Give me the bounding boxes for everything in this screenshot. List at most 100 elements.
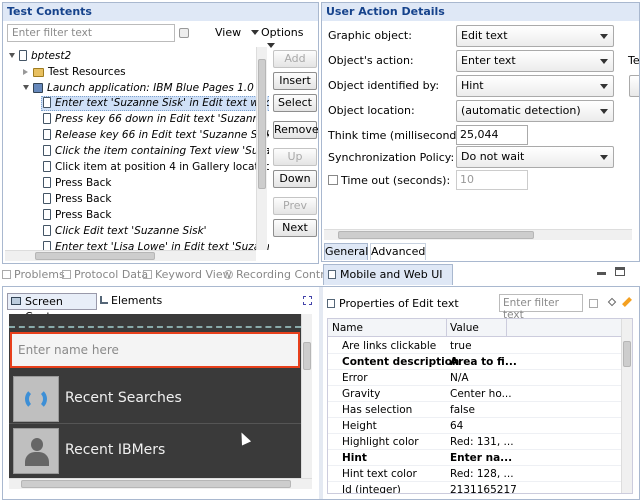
- tree-launch[interactable]: Launch application: IBM Blue Pages 1.0: [23, 81, 254, 96]
- split-divider[interactable]: [319, 287, 323, 499]
- view-menu[interactable]: View: [215, 26, 259, 39]
- options-menu[interactable]: Options: [261, 26, 318, 52]
- up-button[interactable]: Up: [273, 148, 317, 166]
- minimize-icon[interactable]: [597, 272, 606, 275]
- edit-pencil-icon[interactable]: [622, 297, 632, 307]
- tree-step[interactable]: Press Back: [43, 176, 111, 191]
- tree-step[interactable]: Press key 66 down in Edit text 'Suzanne …: [43, 112, 269, 127]
- table-row[interactable]: Content description Area to fi...: [328, 354, 623, 370]
- subtab-elements[interactable]: Elements: [99, 293, 162, 310]
- add-button[interactable]: Add: [273, 50, 317, 68]
- capture-horizontal-scrollbar[interactable]: [9, 478, 312, 489]
- tree-test-resources[interactable]: Test Resources: [23, 65, 126, 80]
- problems-icon: [2, 270, 11, 279]
- properties-filter-input[interactable]: Enter filter text: [499, 294, 583, 321]
- timeout-input[interactable]: 10: [456, 170, 528, 190]
- think-time-input[interactable]: 25,044: [456, 125, 528, 145]
- select-button[interactable]: Select: [273, 94, 317, 112]
- tree-step[interactable]: Click Edit text 'Suzanne Sisk': [43, 224, 207, 239]
- details-horizontal-scrollbar[interactable]: [324, 229, 632, 240]
- test-script-icon: [19, 50, 27, 61]
- scrollbar-thumb[interactable]: [623, 341, 631, 367]
- collapse-arrow-icon[interactable]: [23, 69, 28, 75]
- scrollbar-thumb[interactable]: [338, 231, 534, 239]
- scrollbar-thumb[interactable]: [258, 59, 266, 189]
- truncated-label: Te: [628, 54, 640, 67]
- tree-step[interactable]: Enter text 'Lisa Lowe' in Edit text 'Suz…: [43, 240, 269, 250]
- identified-by-select[interactable]: Hint: [456, 75, 614, 97]
- prev-button[interactable]: Prev: [273, 197, 317, 215]
- diamond-icon[interactable]: [607, 297, 617, 307]
- test-tree[interactable]: bptest2 Test Resources Launch applicatio…: [5, 47, 269, 250]
- mobile-device-icon: [43, 177, 51, 188]
- user-action-details-title: User Action Details: [322, 3, 639, 21]
- table-row[interactable]: Highlight color Red: 131, ...: [328, 434, 623, 450]
- properties-vertical-scrollbar[interactable]: [621, 319, 632, 493]
- think-time-label: Think time (milliseconds):: [328, 129, 471, 142]
- scrollbar-thumb[interactable]: [21, 480, 291, 488]
- col-name-header[interactable]: Name: [332, 319, 363, 337]
- tree-vertical-scrollbar[interactable]: [256, 47, 267, 250]
- filter-input[interactable]: Enter filter text: [7, 24, 175, 42]
- tree-root[interactable]: bptest2: [9, 49, 71, 64]
- tree-horizontal-scrollbar[interactable]: [5, 250, 256, 261]
- expand-arrow-icon[interactable]: [23, 85, 29, 90]
- user-action-details-panel: User Action Details Graphic object: Edit…: [321, 2, 640, 262]
- mobile-device-icon: [43, 145, 51, 156]
- tree-step[interactable]: Press Back: [43, 208, 111, 223]
- table-row[interactable]: Hint Enter na...: [328, 450, 623, 466]
- tree-step[interactable]: Press Back: [43, 192, 111, 207]
- location-select[interactable]: (automatic detection): [456, 100, 614, 122]
- clear-filter-icon[interactable]: [589, 299, 598, 308]
- timeout-checkbox[interactable]: [328, 175, 338, 185]
- fit-screen-icon[interactable]: [303, 296, 312, 305]
- device-list-item[interactable]: Recent IBMers: [9, 426, 301, 476]
- expand-arrow-icon[interactable]: [9, 53, 15, 58]
- table-row[interactable]: Error N/A: [328, 370, 623, 386]
- table-row[interactable]: Are links clickable true: [328, 338, 623, 354]
- subtab-screen-capture[interactable]: Screen Capture: [7, 293, 97, 323]
- location-label: Object location:: [328, 104, 415, 117]
- table-row[interactable]: Height 64: [328, 418, 623, 434]
- tab-protocol-data[interactable]: Protocol Data: [62, 265, 148, 285]
- down-button[interactable]: Down: [273, 170, 317, 188]
- remove-button[interactable]: Remove: [273, 121, 318, 139]
- tab-problems[interactable]: Problems: [2, 265, 65, 285]
- maximize-icon[interactable]: [615, 267, 625, 276]
- clear-filter-icon[interactable]: [179, 28, 189, 38]
- scrollbar-thumb[interactable]: [303, 342, 311, 370]
- tree-step[interactable]: Click item at position 4 in Gallery loca…: [43, 160, 269, 175]
- next-button[interactable]: Next: [273, 219, 317, 237]
- mobile-device-icon: [43, 209, 51, 220]
- device-list-item[interactable]: Recent Searches: [9, 374, 301, 424]
- mobile-panel-tab[interactable]: Mobile and Web UI Data: [323, 264, 453, 300]
- tree-step[interactable]: Click the item containing Text view 'Suz…: [43, 144, 269, 159]
- details-tab-advanced[interactable]: Advanced: [370, 243, 426, 260]
- table-row[interactable]: Hint text color Red: 128, ...: [328, 466, 623, 482]
- scrollbar-thumb[interactable]: [35, 252, 155, 260]
- launch-icon: [33, 83, 43, 93]
- insert-button[interactable]: Insert: [273, 72, 317, 90]
- name-input-placeholder: Enter name here: [18, 343, 119, 357]
- table-row[interactable]: Has selection false: [328, 402, 623, 418]
- tree-step[interactable]: Release key 66 in Edit text 'Suzanne Sis…: [43, 128, 269, 143]
- details-tab-general[interactable]: General: [324, 243, 368, 260]
- table-row[interactable]: Gravity Center ho...: [328, 386, 623, 402]
- edit-text-highlight[interactable]: Enter name here: [10, 332, 300, 368]
- capture-vertical-scrollbar[interactable]: [301, 314, 312, 478]
- device-screen: Enter name here Recent Searches Recent I…: [9, 314, 301, 478]
- tree-step[interactable]: Enter text 'Suzanne Sisk' in Edit text w…: [43, 96, 269, 111]
- table-row[interactable]: Id (integer) 2131165217: [328, 482, 623, 493]
- graphic-object-select[interactable]: Edit text: [456, 25, 614, 47]
- options-label: Options: [261, 26, 304, 39]
- view-dropdown-icon: [250, 30, 259, 35]
- tab-recording-control[interactable]: Recording Control: [224, 265, 334, 285]
- mobile-panel: Screen Capture Elements Enter name here …: [2, 286, 640, 500]
- tab-keyword-view[interactable]: Keyword View: [143, 265, 232, 285]
- sync-policy-select[interactable]: Do not wait: [456, 146, 614, 168]
- tree-test-resources-label: Test Resources: [48, 66, 126, 78]
- col-value-header[interactable]: Value: [450, 319, 479, 337]
- person-icon: [13, 428, 59, 474]
- objects-action-select[interactable]: Enter text: [456, 50, 614, 72]
- partial-button[interactable]: [629, 75, 639, 97]
